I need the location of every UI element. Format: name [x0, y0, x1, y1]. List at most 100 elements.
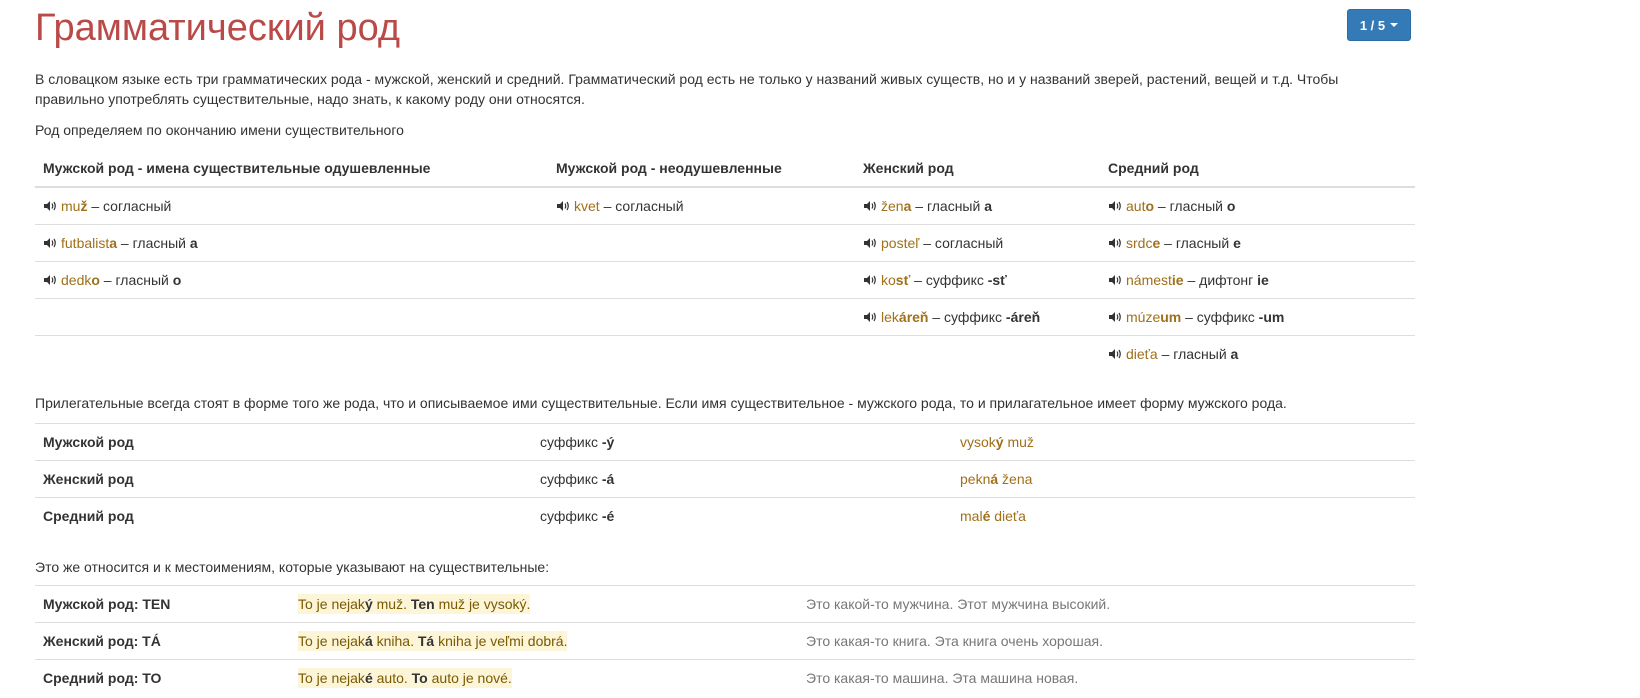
example-cell: pekná žena	[952, 460, 1415, 498]
table-row: Средний род: TO To je nejaké auto. To aut…	[35, 659, 1415, 696]
speaker-icon[interactable]	[1108, 274, 1122, 286]
ending-mark: -áreň	[1005, 309, 1041, 325]
table-cell: srdce – гласный e	[1100, 224, 1415, 262]
ending-mark: -um	[1258, 309, 1285, 325]
ending-mark: -sť	[987, 272, 1007, 288]
table-cell: futbalista – гласный a	[35, 224, 548, 262]
speaker-icon[interactable]	[43, 274, 57, 286]
slovak-word[interactable]: námestie	[1126, 272, 1184, 288]
word-ending: o	[91, 272, 100, 288]
suffix: -é	[601, 508, 615, 524]
ending-description: – гласный	[99, 272, 173, 288]
ending-mark: a	[984, 198, 992, 214]
ending-mark: o	[172, 272, 182, 288]
example-phrase: pekná žena	[960, 471, 1033, 487]
suffix-cell: суффикс -ý	[532, 423, 952, 461]
ending-description: – гласный	[1154, 198, 1227, 214]
ending-description: – гласный	[1160, 235, 1234, 251]
slovak-word[interactable]: múzeum	[1126, 309, 1181, 325]
suffix-cell: суффикс -é	[532, 497, 952, 534]
table-cell: žena – гласный a	[855, 187, 1100, 225]
example-cell: To je nejaká kniha. Tá kniha je veľmi do…	[290, 622, 798, 660]
slovak-word[interactable]: futbalista	[61, 235, 117, 251]
table-cell	[855, 335, 1100, 372]
slovak-word[interactable]: dieťa	[1126, 346, 1158, 362]
word-ending: um	[1160, 309, 1182, 325]
caret-down-icon	[1390, 23, 1399, 27]
speaker-icon[interactable]	[1108, 311, 1122, 323]
page-dropdown-button[interactable]: 1 / 5	[1347, 9, 1411, 41]
word-ending: áreň	[898, 309, 929, 325]
table-cell: múzeum – суффикс -um	[1100, 298, 1415, 336]
speaker-icon[interactable]	[1108, 348, 1122, 360]
ending-description: – гласный	[1157, 346, 1231, 362]
gender-label: Мужской род: TEN	[35, 585, 290, 623]
pronoun: Tá	[417, 631, 435, 651]
adjective-ending: é	[364, 668, 373, 688]
ending-mark: a	[1230, 346, 1239, 362]
gender-label: Женский род: TÁ	[35, 622, 290, 660]
table-row: Женский род: TÁ To je nejaká kniha. Tá kn…	[35, 622, 1415, 660]
word-ending: a	[109, 235, 118, 251]
slovak-word[interactable]: kosť	[881, 272, 910, 288]
slovak-word[interactable]: muž	[61, 198, 87, 214]
column-header: Женский род	[855, 149, 1100, 188]
example-cell: malé dieťa	[952, 497, 1415, 534]
table-cell: dedko – гласный o	[35, 261, 548, 299]
page-indicator: 1 / 5	[1359, 17, 1386, 33]
slovak-word[interactable]: žena	[881, 198, 911, 214]
adjective-ending: ý	[995, 434, 1004, 450]
speaker-icon[interactable]	[556, 200, 570, 212]
speaker-icon[interactable]	[43, 237, 57, 249]
ending-description: – гласный	[117, 235, 190, 251]
speaker-icon[interactable]	[43, 200, 57, 212]
table-cell: kvet – согласный	[548, 187, 855, 225]
slovak-word[interactable]: auto	[1126, 198, 1154, 214]
table-cell	[548, 261, 855, 299]
word-ending: ie	[1171, 272, 1184, 288]
table-row: Мужской род суффикс -ý vysoký muž	[35, 423, 1415, 461]
table-cell: auto – гласный o	[1100, 187, 1415, 225]
word-ending: sť	[895, 272, 911, 288]
gender-label: Женский род	[35, 460, 532, 498]
translation: Это какая-то книга. Эта книга очень хоро…	[798, 622, 1415, 660]
suffix: -á	[601, 471, 615, 487]
ending-mark: a	[189, 235, 198, 251]
ending-description: – суффикс	[910, 272, 988, 288]
gender-label: Средний род	[35, 497, 532, 534]
slovak-word[interactable]: lekáreň	[881, 309, 928, 325]
speaker-icon[interactable]	[863, 200, 877, 212]
table-cell: kosť – суффикс -sť	[855, 261, 1100, 299]
adjective-ending: é	[982, 508, 991, 524]
example-cell: vysoký muž	[952, 423, 1415, 461]
ending-description: – дифтонг	[1183, 272, 1258, 288]
table-row: dieťa – гласный a	[35, 335, 1415, 372]
slovak-word[interactable]: dedko	[61, 272, 100, 288]
speaker-icon[interactable]	[863, 274, 877, 286]
table-row: muž – согласный kvet – согласный žena – гл…	[35, 187, 1415, 225]
suffix-cell: суффикс -á	[532, 460, 952, 498]
ending-description: – суффикс	[928, 309, 1006, 325]
adjective-ending: á	[364, 631, 373, 651]
slovak-word[interactable]: kvet	[574, 198, 600, 214]
slovak-word[interactable]: posteľ	[881, 235, 919, 251]
speaker-icon[interactable]	[1108, 200, 1122, 212]
table-cell	[35, 335, 548, 372]
table-row: futbalista – гласный a posteľ – согласный…	[35, 224, 1415, 262]
speaker-icon[interactable]	[863, 311, 877, 323]
translation: Это какой-то мужчина. Этот мужчина высок…	[798, 585, 1415, 623]
column-header: Мужской род - имена существительные одуш…	[35, 149, 548, 188]
ending-mark: e	[1233, 235, 1241, 251]
table-cell: námestie – дифтонг ie	[1100, 261, 1415, 299]
speaker-icon[interactable]	[1108, 237, 1122, 249]
table-cell: posteľ – согласный	[855, 224, 1100, 262]
table-cell: lekáreň – суффикс -áreň	[855, 298, 1100, 336]
ending-description: – согласный	[599, 198, 684, 214]
translation: Это какая-то машина. Эта машина новая.	[798, 659, 1415, 696]
table-cell: muž – согласный	[35, 187, 548, 225]
slovak-word[interactable]: srdce	[1126, 235, 1160, 251]
speaker-icon[interactable]	[863, 237, 877, 249]
table-cell	[35, 298, 548, 336]
gender-endings-table: Мужской род - имена существительные одуш…	[35, 149, 1415, 372]
table-cell	[548, 224, 855, 262]
